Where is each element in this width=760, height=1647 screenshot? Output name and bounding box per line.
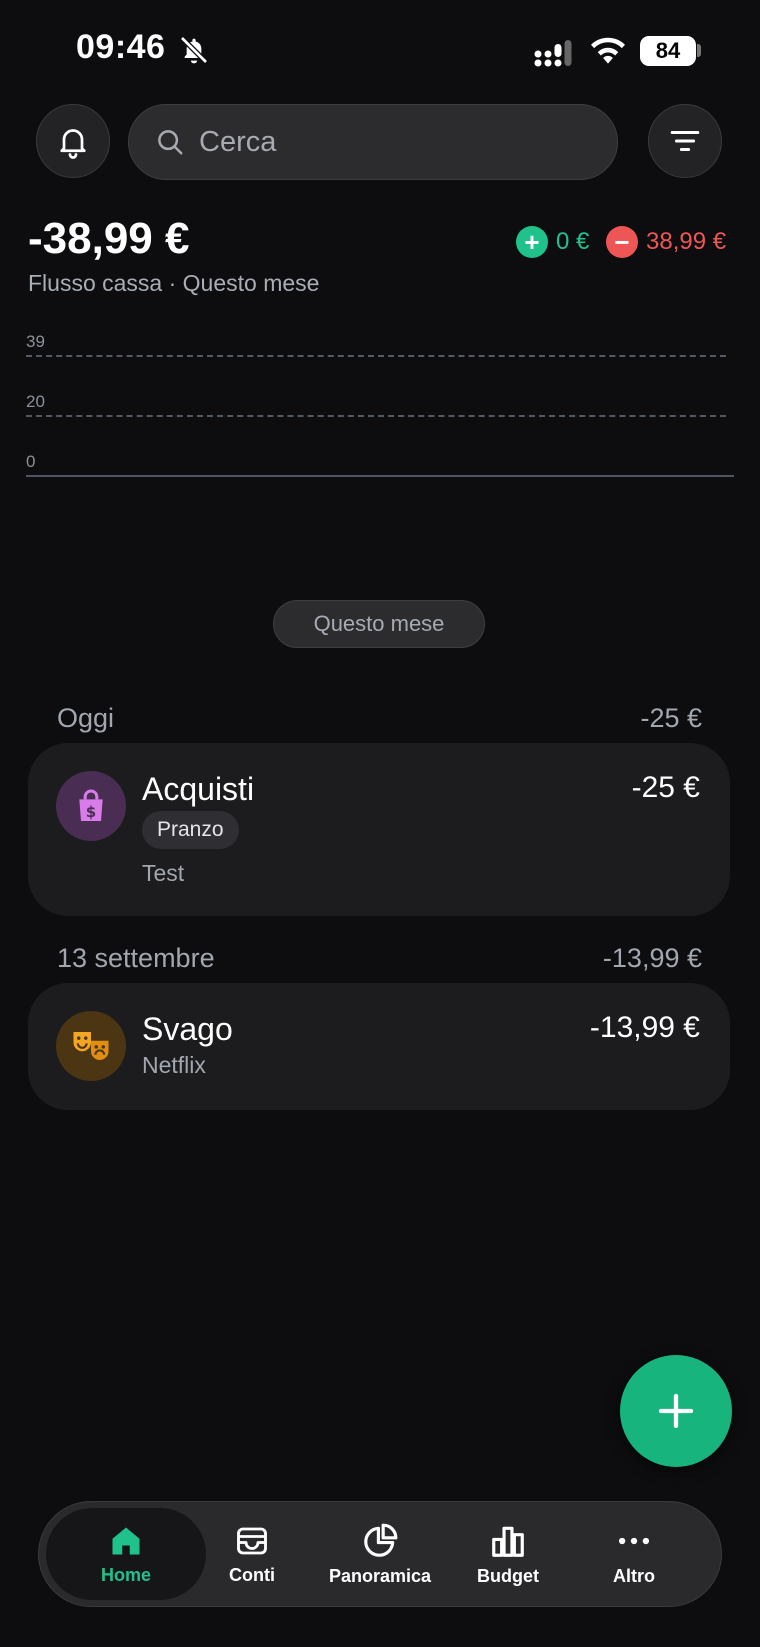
transaction-card[interactable]: $ Acquisti -25 € Pranzo Test <box>28 743 730 916</box>
status-time: 09:46 <box>76 28 166 66</box>
transaction-tag[interactable]: Pranzo <box>142 811 239 849</box>
filter-button[interactable] <box>648 104 722 178</box>
svg-text:$: $ <box>86 803 96 821</box>
transaction-amount: -25 € <box>631 771 700 804</box>
pie-chart-icon <box>364 1523 398 1557</box>
nav-label: Altro <box>613 1565 655 1586</box>
transaction-card[interactable]: Svago -13,99 € Netflix <box>28 983 730 1110</box>
chart-tick-label: 20 <box>26 392 45 411</box>
group-date-label: Oggi <box>57 703 115 733</box>
transaction-amount: -13,99 € <box>589 1011 700 1044</box>
nav-label: Budget <box>477 1565 539 1586</box>
period-selector[interactable]: Questo mese <box>273 600 485 648</box>
income-summary: + 0 € <box>516 226 589 258</box>
nav-item-altro[interactable]: Altro <box>588 1508 680 1600</box>
home-icon <box>112 1527 140 1554</box>
search-input[interactable]: Cerca <box>128 104 618 180</box>
nav-label: Panoramica <box>328 1565 432 1586</box>
nav-item-conti[interactable]: Conti <box>206 1508 298 1600</box>
nav-label: Conti <box>229 1564 275 1585</box>
nav-label: Home <box>100 1564 151 1585</box>
plus-icon: + <box>516 226 548 258</box>
nav-item-home[interactable]: Home <box>46 1508 206 1600</box>
filter-icon <box>670 130 700 152</box>
chart-gridline <box>26 415 726 417</box>
chart-baseline <box>26 475 734 477</box>
theater-masks-icon <box>56 1011 126 1081</box>
chart-gridline <box>26 355 726 357</box>
add-transaction-button[interactable] <box>620 1355 732 1467</box>
chart-tick-label: 39 <box>26 332 45 351</box>
battery-indicator: 84 <box>640 36 696 66</box>
bell-off-icon <box>180 36 208 64</box>
nav-item-panoramica[interactable]: Panoramica <box>318 1508 442 1600</box>
wallet-icon <box>237 1527 267 1554</box>
income-value: 0 € <box>556 228 590 255</box>
expense-summary: − 38,99 € <box>606 226 726 258</box>
battery-nub <box>697 44 701 57</box>
search-placeholder: Cerca <box>199 125 277 158</box>
expense-value: 38,99 € <box>646 228 727 255</box>
wifi-icon <box>591 37 625 64</box>
search-icon <box>158 130 183 155</box>
plus-icon <box>658 1393 694 1429</box>
transaction-note: Test <box>142 860 185 886</box>
shopping-bag-icon: $ <box>56 771 126 841</box>
group-total: -25 € <box>640 703 702 733</box>
group-total: -13,99 € <box>602 943 702 973</box>
nav-item-budget[interactable]: Budget <box>462 1508 554 1600</box>
more-icon <box>618 1537 650 1544</box>
notifications-button[interactable] <box>36 104 110 178</box>
transaction-category: Acquisti <box>142 771 255 807</box>
cashflow-subtitle: Flusso cassa · Questo mese <box>28 270 320 296</box>
chart-tick-label: 0 <box>26 452 36 471</box>
cashflow-total: -38,99 € <box>28 214 190 263</box>
transaction-note: Netflix <box>142 1052 206 1078</box>
minus-icon: − <box>606 226 638 258</box>
bar-chart-icon <box>492 1526 524 1557</box>
bell-icon <box>60 129 86 159</box>
group-date-label: 13 settembre <box>57 943 215 973</box>
transaction-category: Svago <box>142 1011 233 1047</box>
signal-icon <box>534 40 572 67</box>
